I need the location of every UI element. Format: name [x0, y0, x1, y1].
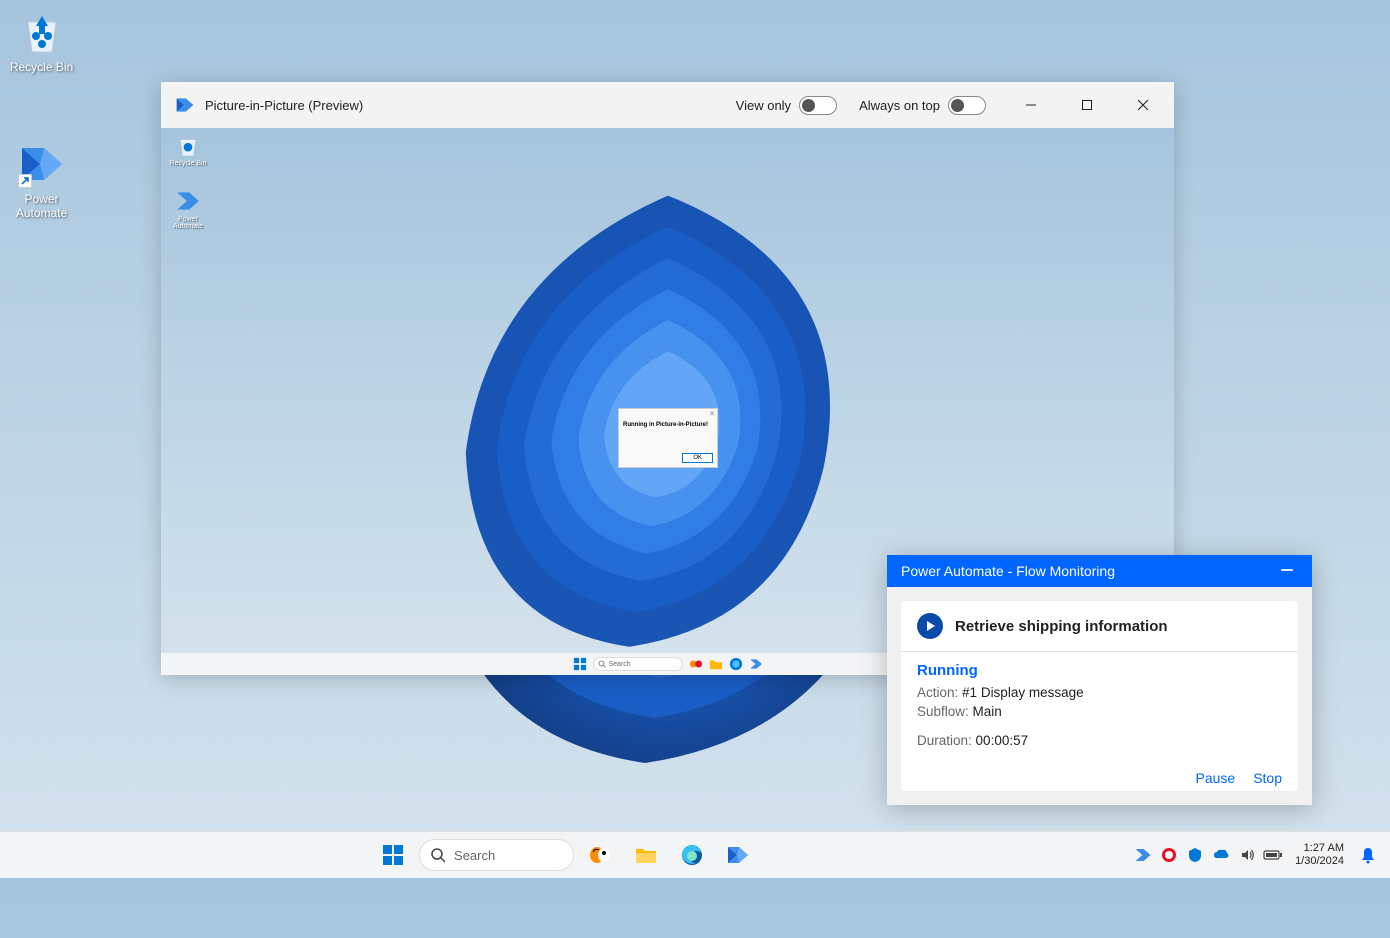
subflow-value: Main	[973, 704, 1002, 719]
recycle-bin-icon	[18, 8, 66, 56]
taskbar: Search 1:27 AM 1/30/2024	[0, 831, 1390, 878]
taskbar-search-box[interactable]: Search	[419, 839, 574, 871]
search-icon	[430, 847, 446, 863]
subflow-label: Subflow:	[917, 704, 969, 719]
inner-tb-edge[interactable]	[729, 657, 743, 671]
tray-power-automate-icon[interactable]	[1131, 835, 1155, 875]
desktop-icon-label: Recycle Bin	[4, 60, 79, 74]
taskbar-app-1[interactable]	[580, 835, 620, 875]
view-only-label: View only	[736, 98, 791, 113]
power-automate-icon	[175, 188, 201, 214]
action-label: Action:	[917, 685, 958, 700]
taskbar-power-automate[interactable]	[718, 835, 758, 875]
play-icon	[917, 613, 943, 639]
flow-monitor-titlebar[interactable]: Power Automate - Flow Monitoring	[887, 555, 1312, 587]
flow-card: Retrieve shipping information Running Ac…	[901, 601, 1298, 791]
taskbar-explorer[interactable]	[626, 835, 666, 875]
duration-value: 00:00:57	[976, 733, 1029, 748]
inner-search-label: Search	[609, 661, 631, 668]
desktop-icon-power-automate[interactable]: Power Automate	[4, 140, 79, 221]
inner-start-icon[interactable]	[573, 657, 587, 671]
flow-monitor-panel: Power Automate - Flow Monitoring Retriev…	[887, 555, 1312, 805]
flow-status: Running	[917, 662, 1282, 679]
flow-monitor-minimize-button[interactable]	[1276, 559, 1298, 584]
maximize-button[interactable]	[1064, 82, 1110, 128]
tray-security-icon[interactable]	[1157, 835, 1181, 875]
view-only-toggle[interactable]	[799, 96, 837, 115]
duration-label: Duration:	[917, 733, 972, 748]
recycle-bin-icon	[175, 132, 201, 158]
taskbar-clock[interactable]: 1:27 AM 1/30/2024	[1287, 842, 1352, 868]
inner-tb-app-1[interactable]	[689, 657, 703, 671]
always-on-top-label: Always on top	[859, 98, 940, 113]
always-on-top-toggle[interactable]	[948, 96, 986, 115]
action-value: #1 Display message	[962, 685, 1084, 700]
inner-tb-power-automate[interactable]	[749, 657, 763, 671]
pause-button[interactable]: Pause	[1195, 770, 1235, 786]
desktop-icon-label: Power Automate	[4, 192, 79, 221]
shortcut-arrow-icon	[18, 174, 32, 188]
inner-tb-explorer[interactable]	[709, 657, 723, 671]
minimize-button[interactable]	[1008, 82, 1054, 128]
start-button[interactable]	[373, 835, 413, 875]
power-automate-logo-icon	[175, 95, 195, 115]
inner-dialog-ok-button[interactable]: OK	[682, 453, 713, 463]
taskbar-date: 1/30/2024	[1295, 855, 1344, 868]
notification-button[interactable]	[1354, 835, 1382, 875]
inner-dialog-message: Running in Picture-in-Picture!	[619, 419, 717, 431]
flow-name: Retrieve shipping information	[955, 618, 1168, 635]
stop-button[interactable]: Stop	[1253, 770, 1282, 786]
desktop-icon-recycle-bin[interactable]: Recycle Bin	[4, 8, 79, 74]
tray-volume-icon[interactable]	[1235, 835, 1259, 875]
inner-desktop-icon-recycle-bin[interactable]: Recycle Bin	[165, 132, 211, 167]
taskbar-edge[interactable]	[672, 835, 712, 875]
inner-dialog: ✕ Running in Picture-in-Picture! OK	[618, 408, 718, 468]
tray-battery-icon[interactable]	[1261, 835, 1285, 875]
search-placeholder: Search	[454, 848, 495, 863]
taskbar-time: 1:27 AM	[1295, 842, 1344, 855]
inner-dialog-titlebar[interactable]: ✕	[619, 409, 717, 419]
inner-desktop-icon-power-automate[interactable]: Power Automate	[165, 188, 211, 230]
close-button[interactable]	[1120, 82, 1166, 128]
inner-icon-label: Power Automate	[165, 216, 211, 230]
flow-monitor-title: Power Automate - Flow Monitoring	[901, 563, 1115, 579]
pip-title: Picture-in-Picture (Preview)	[205, 98, 363, 113]
inner-dialog-close-icon[interactable]: ✕	[709, 410, 715, 418]
inner-icon-label: Recycle Bin	[165, 160, 211, 167]
pip-titlebar[interactable]: Picture-in-Picture (Preview) View only A…	[161, 82, 1174, 128]
inner-search-box[interactable]: Search	[593, 657, 683, 671]
tray-onedrive-icon[interactable]	[1209, 835, 1233, 875]
power-automate-icon	[18, 140, 66, 188]
tray-defender-icon[interactable]	[1183, 835, 1207, 875]
